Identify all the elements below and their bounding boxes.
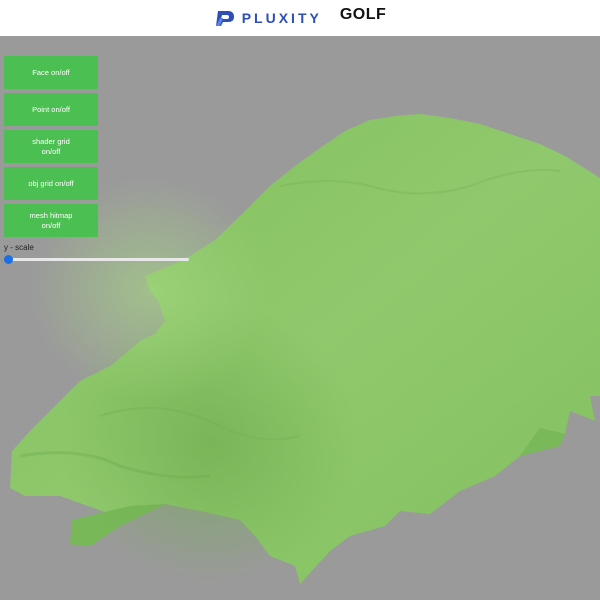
brand: PLUXITY	[214, 9, 322, 27]
app-window: PLUXITY GOLF Face on/off Point on/off sh…	[0, 0, 600, 600]
face-toggle-button[interactable]: Face on/off	[4, 56, 98, 89]
obj-grid-toggle-button[interactable]: obj grid on/off	[4, 167, 98, 200]
control-panel: Face on/off Point on/off shader grid on/…	[4, 56, 98, 241]
mesh-hitmap-toggle-button[interactable]: mesh hitmap on/off	[4, 204, 98, 237]
y-scale-slider[interactable]	[4, 255, 189, 264]
pluxity-logo-icon	[214, 9, 236, 27]
slider-thumb[interactable]	[4, 255, 13, 264]
shader-grid-toggle-button[interactable]: shader grid on/off	[4, 130, 98, 163]
top-header: PLUXITY GOLF	[0, 0, 600, 36]
point-toggle-button[interactable]: Point on/off	[4, 93, 98, 126]
page-title: GOLF	[339, 6, 387, 23]
3d-viewport[interactable]: Face on/off Point on/off shader grid on/…	[0, 36, 600, 600]
brand-name: PLUXITY	[241, 10, 322, 26]
y-scale-label: y - scale	[4, 243, 34, 252]
slider-track[interactable]	[5, 258, 189, 261]
